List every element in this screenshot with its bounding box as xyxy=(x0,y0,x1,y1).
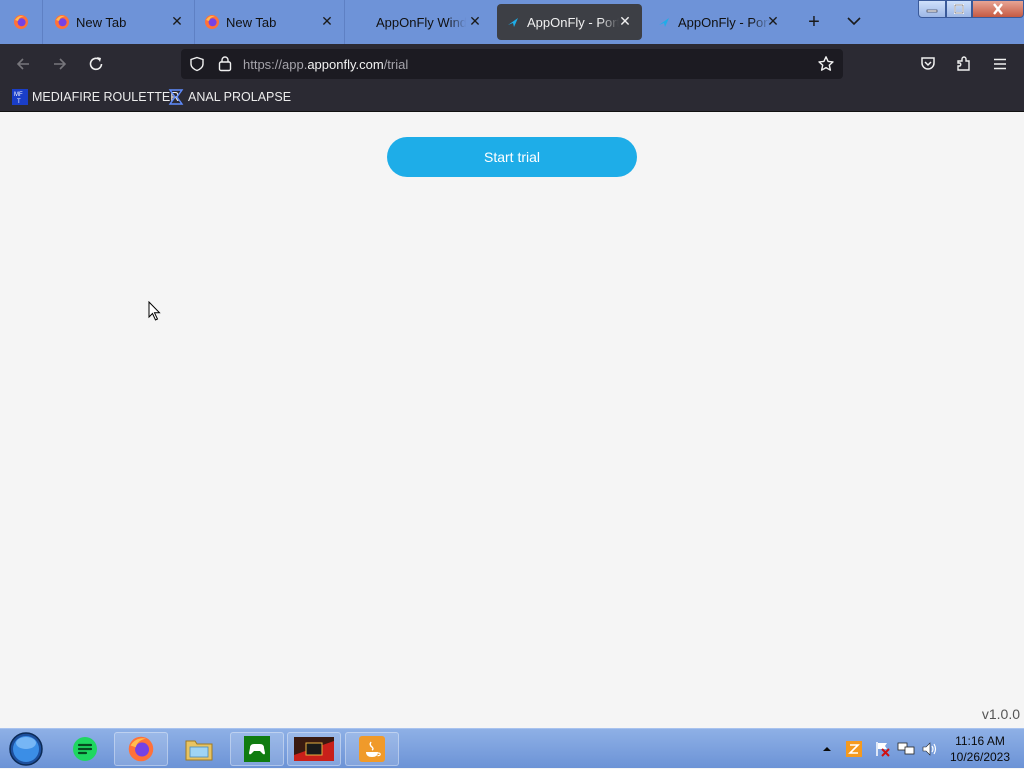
taskbar-java[interactable] xyxy=(345,732,399,766)
start-orb-icon[interactable] xyxy=(6,731,46,767)
tab-label: AppOnFly - Portal xyxy=(527,14,619,30)
hamburger-menu-icon[interactable] xyxy=(991,55,1009,73)
system-tray xyxy=(820,729,939,769)
close-tab-icon[interactable]: ✕ xyxy=(320,14,334,28)
tab-strip: New Tab ✕ New Tab ✕ AppOnFly Windows ✕ A… xyxy=(0,0,1024,44)
bookmark-anal-prolapse[interactable]: ANAL PROLAPSE xyxy=(168,89,291,105)
file-explorer-icon xyxy=(185,740,213,761)
tab-label: New Tab xyxy=(226,14,277,30)
bookmark-mediafire-rouletter[interactable]: MF T MEDIAFIRE ROULETTER xyxy=(12,89,179,105)
tab-separator xyxy=(344,0,345,44)
sigma-icon xyxy=(168,89,184,105)
tab-new-tab-1[interactable]: New Tab ✕ xyxy=(54,0,194,44)
tab-new-tab-2[interactable]: New Tab ✕ xyxy=(204,0,344,44)
minimize-button[interactable] xyxy=(918,0,946,18)
firefox-icon xyxy=(14,15,28,29)
extensions-icon[interactable] xyxy=(955,55,973,73)
tab-separator xyxy=(194,0,195,44)
clock-time: 11:16 AM xyxy=(955,734,1005,748)
apponfly-icon xyxy=(508,18,518,27)
taskbar-spotify[interactable] xyxy=(58,732,112,766)
close-icon xyxy=(993,3,1003,15)
taskbar-firefox[interactable] xyxy=(114,732,168,766)
url-host: apponfly.com xyxy=(307,57,384,72)
action-center-flag-icon[interactable] xyxy=(873,740,891,758)
address-bar[interactable]: https://app.apponfly.com/trial xyxy=(181,49,843,79)
svg-text:T: T xyxy=(17,99,21,105)
firefox-icon xyxy=(55,15,69,29)
tab-label: New Tab xyxy=(76,14,127,30)
clock[interactable]: 11:16 AM 10/26/2023 xyxy=(948,733,1012,765)
xbox-icon xyxy=(244,736,270,762)
forward-arrow-icon[interactable] xyxy=(51,55,69,73)
tray-app-icon[interactable] xyxy=(845,740,863,758)
reload-icon[interactable] xyxy=(87,55,105,73)
taskbar: 11:16 AM 10/26/2023 xyxy=(0,728,1024,768)
url-path: /trial xyxy=(383,57,409,72)
navigation-toolbar: https://app.apponfly.com/trial xyxy=(0,44,1024,84)
close-window-button[interactable] xyxy=(972,0,1024,18)
close-tab-icon[interactable]: ✕ xyxy=(170,14,184,28)
tab-pinned[interactable] xyxy=(0,0,42,44)
minimize-icon xyxy=(926,9,938,13)
tab-separator xyxy=(42,0,43,44)
start-trial-button[interactable]: Start trial xyxy=(387,137,637,177)
bookmarks-toolbar: MF T MEDIAFIRE ROULETTER ANAL PROLAPSE xyxy=(0,84,1024,112)
tab-label: AppOnFly - Portal xyxy=(678,14,770,30)
mediafire-icon: MFT xyxy=(12,89,28,105)
show-hidden-icons-icon[interactable] xyxy=(820,742,834,756)
back-arrow-icon[interactable] xyxy=(14,55,32,73)
spotify-icon xyxy=(73,737,97,761)
restore-button[interactable] xyxy=(946,0,972,18)
taskbar-xbox[interactable] xyxy=(230,732,284,766)
close-tab-icon[interactable]: ✕ xyxy=(766,14,780,28)
svg-text:MF: MF xyxy=(14,92,23,98)
new-tab-icon[interactable]: + xyxy=(805,12,823,32)
taskbar-game[interactable] xyxy=(287,732,341,766)
chevron-down-icon[interactable] xyxy=(845,12,863,30)
bookmark-label: MEDIAFIRE ROULETTER xyxy=(32,90,180,104)
url-text[interactable]: https://app.apponfly.com/trial xyxy=(243,57,408,72)
bookmark-star-icon[interactable] xyxy=(817,55,835,73)
page-content: Start trial v1.0.0 xyxy=(0,113,1024,728)
clock-date: 10/26/2023 xyxy=(949,750,1011,764)
version-label: v1.0.0 xyxy=(981,706,1020,722)
taskbar-file-explorer[interactable] xyxy=(172,732,226,766)
game-icon xyxy=(294,737,334,761)
pocket-icon[interactable] xyxy=(919,55,937,73)
tab-apponfly-portal-active[interactable]: AppOnFly - Portal ✕ xyxy=(497,4,642,40)
close-tab-icon[interactable]: ✕ xyxy=(618,14,632,28)
network-icon[interactable] xyxy=(897,740,915,758)
firefox-icon xyxy=(205,15,219,29)
url-prefix: https://app. xyxy=(243,57,308,72)
window-controls xyxy=(918,0,1024,18)
mouse-cursor-icon xyxy=(148,301,161,321)
close-tab-icon[interactable]: ✕ xyxy=(468,14,482,28)
java-icon xyxy=(359,736,385,762)
tab-apponfly-portal[interactable]: AppOnFly - Portal ✕ xyxy=(650,0,790,44)
apponfly-icon xyxy=(659,18,669,27)
restore-icon xyxy=(954,4,964,14)
firefox-icon xyxy=(128,736,154,762)
lock-icon[interactable] xyxy=(217,55,233,72)
volume-icon[interactable] xyxy=(921,740,939,758)
tab-apponfly-windows[interactable]: AppOnFly Windows ✕ xyxy=(376,0,492,44)
tracking-protection-shield-icon[interactable] xyxy=(189,56,205,72)
tab-label: AppOnFly Windows xyxy=(376,14,466,30)
bookmark-label: ANAL PROLAPSE xyxy=(188,90,292,104)
